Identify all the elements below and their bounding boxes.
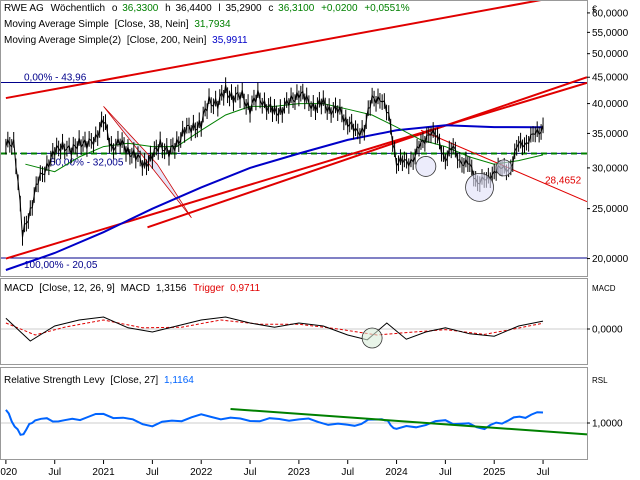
rsl-value: 1,1164 [164,375,194,386]
ma38-value: 31,7934 [194,19,231,30]
macd-tick-label: 0,0000 [592,325,623,336]
ma200-params: [Close, 200, Nein] [127,35,207,46]
x-tick-label: Jul [537,467,550,478]
high-value: 36,4400 [175,3,212,14]
pattern-circle [415,156,437,177]
close-value: 36,3100 [278,3,315,14]
macd-line-label: MACD [121,283,150,294]
x-tick-label: 2024 [385,467,408,478]
ma200-value: 35,9911 [212,35,248,46]
trigger-label: Trigger [193,283,225,294]
rsl-axis-label: RSL [592,376,608,385]
x-tick-label: 2023 [288,467,311,478]
open-value: 36,3300 [122,3,159,14]
x-tick-label: 2025 [483,467,506,478]
chart-title: RWE AG [4,3,44,14]
price-tick-label: 30,0000 [592,163,629,174]
x-tick-label: Jul [244,467,257,478]
pattern-circle [495,159,513,177]
x-tick-label: Jul [146,467,159,478]
fib-level-label: 0,00% - 43,96 [24,72,87,83]
ma200-name: Moving Average Simple(2) [4,35,121,46]
x-tick-label: Jul [341,467,354,478]
price-tick-label: 45,0000 [592,73,629,84]
stock-chart: 0,00% - 43,9650,00% - 32,005100,00% - 20… [0,0,629,478]
price-tick-label: 50,0000 [592,49,629,60]
price-tick-label: 55,0000 [592,28,629,39]
change-value: +0,0200 [321,3,358,14]
open-label: o [112,3,118,14]
x-tick-label: 2020 [0,467,17,478]
macd-axis-label: MACD [592,284,616,293]
ma38-legend: Moving Average Simple [Close, 38, Nein] … [4,19,231,30]
trigger-value: 0,9711 [230,283,260,294]
high-label: h [165,3,171,14]
macd-signal-circle [361,327,383,349]
ma200-legend: Moving Average Simple(2) [Close, 200, Ne… [4,35,248,46]
macd-line-value: 1,3156 [156,283,187,294]
rsl-panel [1,408,588,436]
channel-line [5,1,542,100]
x-tick-label: Jul [439,467,452,478]
x-tick-label: Jul [48,467,61,478]
trendline-value-label: 28,4652 [545,176,582,187]
macd-title: MACD [4,283,33,294]
fib-level-label: 100,00% - 20,05 [24,260,98,271]
price-tick-label: 40,0000 [592,99,629,110]
macd-params: [Close, 12, 26, 9] [39,283,115,294]
price-tick-label: 20,0000 [592,254,629,265]
rsl-line [5,409,544,436]
x-axis: 2020 Jul 2021 Jul 2022 Jul 2023 Jul 2024 Jul 2025 J… [0,460,549,478]
low-label: l [218,3,220,14]
macd-panel [1,316,587,349]
x-tick-label: 2022 [190,467,213,478]
price-header: RWE AG Wöchentlich o 36,3300 h 36,4400 l… [4,3,410,14]
close-label: c [268,3,273,14]
low-value: 35,2900 [225,3,262,14]
rsl-title: Relative Strength Levy [4,375,105,386]
ma38-name: Moving Average Simple [4,19,109,30]
rsl-legend: Relative Strength Levy [Close, 27] 1,116… [4,375,194,386]
x-tick-label: 2021 [92,467,115,478]
ma38-params: [Close, 38, Nein] [115,19,189,30]
macd-legend: MACD [Close, 12, 26, 9] MACD 1,3156 Trig… [4,283,260,294]
rsl-tick-label: 1,0000 [592,419,623,430]
price-tick-label: 60,0000 [592,8,629,19]
rsl-params: [Close, 27] [110,375,158,386]
pattern-circle [465,172,494,202]
price-tick-label: 35,0000 [592,129,629,140]
price-tick-label: 25,0000 [592,204,629,215]
change-pct-value: +0,0551% [364,3,409,14]
interval-label: Wöchentlich [51,3,105,14]
